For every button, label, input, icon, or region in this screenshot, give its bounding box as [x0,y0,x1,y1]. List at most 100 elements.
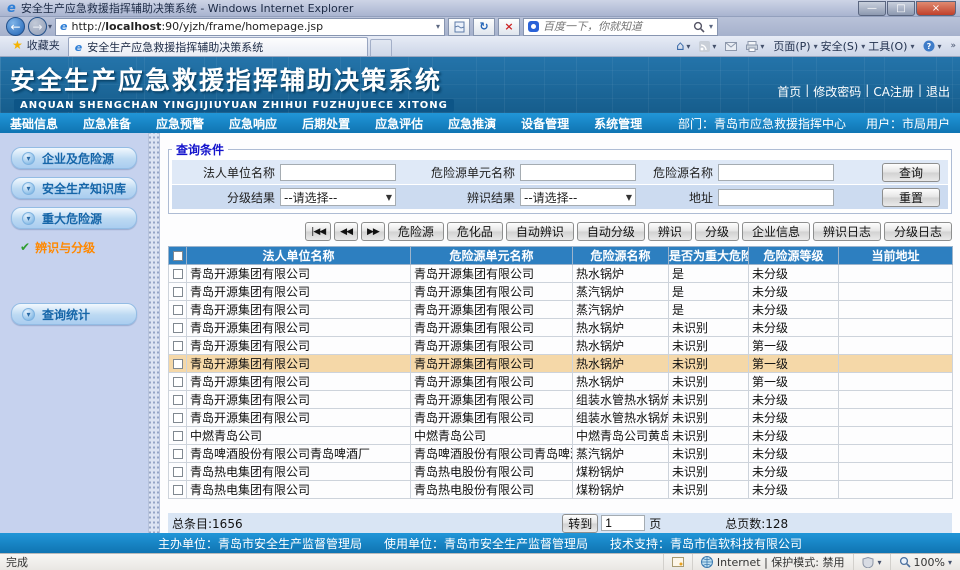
row-checkbox[interactable] [173,287,183,297]
row-checkbox[interactable] [173,359,183,369]
identify-result-select[interactable]: --请选择--▼ [520,188,636,206]
cell: 未分级 [749,301,839,319]
command-menu-2[interactable]: 安全(S)▾ [821,38,866,54]
header-link-4[interactable]: 退出 [926,83,950,100]
table-row[interactable]: 青岛啤酒股份有限公司青岛啤酒厂青岛啤酒股份有限公司青岛啤酒厂蒸汽锅炉未识别未分级 [169,445,953,463]
table-row[interactable]: 青岛开源集团有限公司青岛开源集团有限公司组装水管热水锅炉未识别未分级 [169,409,953,427]
table-row[interactable]: 青岛开源集团有限公司青岛开源集团有限公司蒸汽锅炉是未分级 [169,283,953,301]
hazard-unit-name-input[interactable] [520,164,636,181]
toolbar-button-1[interactable]: 危险源 [388,222,444,241]
table-row[interactable]: 青岛开源集团有限公司青岛开源集团有限公司热水锅炉未识别第一级 [169,373,953,391]
menu-item-7[interactable]: 应急推演 [448,115,496,132]
table-row[interactable]: 青岛开源集团有限公司青岛开源集团有限公司蒸汽锅炉是未分级 [169,301,953,319]
row-checkbox[interactable] [173,467,183,477]
address-field[interactable]: e http://localhost:90/yjzh/frame/homepag… [55,18,445,36]
recent-pages-dropdown[interactable]: ▾ [48,22,52,31]
table-body: 青岛开源集团有限公司青岛开源集团有限公司热水锅炉是未分级青岛开源集团有限公司青岛… [169,265,953,499]
search-dropdown-icon[interactable]: ▾ [709,22,713,31]
menu-item-4[interactable]: 应急响应 [229,115,277,132]
search-button[interactable]: 查询 [882,163,940,182]
table-row[interactable]: 青岛开源集团有限公司青岛开源集团有限公司热水锅炉未识别未分级 [169,319,953,337]
pager-button-2[interactable]: ◀◀ [334,222,358,241]
goto-page-input[interactable] [601,515,645,531]
sidebar-group-3[interactable]: ▾重大危险源 [11,207,137,229]
address-dropdown-icon[interactable]: ▾ [436,22,440,31]
menu-item-6[interactable]: 应急评估 [375,115,423,132]
header-link-2[interactable]: 修改密码 [813,83,861,100]
header-link-3[interactable]: CA注册 [873,83,914,100]
header-link-1[interactable]: 首页 [777,83,801,100]
new-tab-button[interactable] [370,39,392,56]
refresh-button[interactable]: ↻ [473,18,495,36]
print-button[interactable]: ▾ [746,41,764,52]
table-row[interactable]: 中燃青岛公司中燃青岛公司中燃青岛公司黄岛油库锅炉未识别未分级 [169,427,953,445]
row-checkbox[interactable] [173,323,183,333]
menu-item-5[interactable]: 后期处置 [302,115,350,132]
row-checkbox[interactable] [173,395,183,405]
search-icon[interactable] [693,21,705,33]
minimize-button[interactable]: — [858,1,886,16]
toolbar-button-9[interactable]: 分级日志 [884,222,952,241]
table-row[interactable]: 青岛开源集团有限公司青岛开源集团有限公司热水锅炉是未分级 [169,265,953,283]
menu-item-9[interactable]: 系统管理 [594,115,642,132]
close-button[interactable]: × [916,1,956,16]
goto-page-button[interactable]: 转到 [562,514,598,533]
favorites-button[interactable]: ★ 收藏夹 [4,35,68,56]
table-row[interactable]: 青岛开源集团有限公司青岛开源集团有限公司组装水管热水锅炉未识别未分级 [169,391,953,409]
zoom-control[interactable]: 100% ▾ [890,554,960,570]
sidebar-group-6[interactable]: ▾查询统计 [11,303,137,325]
read-mail-button[interactable] [725,42,737,51]
menu-item-1[interactable]: 基础信息 [10,115,58,132]
menu-item-8[interactable]: 设备管理 [521,115,569,132]
reset-button[interactable]: 重置 [882,188,940,207]
forward-button[interactable]: → [28,17,47,36]
chevron-more-icon[interactable]: » [950,41,956,51]
row-checkbox[interactable] [173,305,183,315]
sidebar-group-1[interactable]: ▾企业及危险源 [11,147,137,169]
table-row[interactable]: 青岛热电集团有限公司青岛热电股份有限公司煤粉锅炉未识别未分级 [169,481,953,499]
table-row[interactable]: 青岛热电集团有限公司青岛热电股份有限公司煤粉锅炉未识别未分级 [169,463,953,481]
maximize-button[interactable]: □ [887,1,915,16]
row-checkbox[interactable] [173,269,183,279]
feeds-button[interactable]: ▾ [699,41,716,52]
command-menu-3[interactable]: 工具(O)▾ [868,38,914,54]
table-row[interactable]: 青岛开源集团有限公司青岛开源集团有限公司热水锅炉未识别第一级 [169,355,953,373]
toolbar-button-8[interactable]: 辨识日志 [813,222,881,241]
toolbar-button-7[interactable]: 企业信息 [742,222,810,241]
compatibility-view-button[interactable] [448,18,470,36]
toolbar-button-4[interactable]: 自动分级 [577,222,645,241]
grading-result-select[interactable]: --请选择--▼ [280,188,396,206]
row-checkbox[interactable] [173,449,183,459]
toolbar-button-5[interactable]: 辨识 [648,222,692,241]
command-menu-1[interactable]: 页面(P)▾ [773,38,817,54]
menu-item-3[interactable]: 应急预警 [156,115,204,132]
tab-active[interactable]: e 安全生产应急救援指挥辅助决策系统 [68,37,368,56]
sidebar-item-active[interactable]: ✔辨识与分级 [0,237,148,257]
query-row-2: 分级结果 --请选择--▼ 辨识结果 --请选择--▼ 地址 重置 [172,185,948,209]
row-checkbox[interactable] [173,341,183,351]
row-checkbox[interactable] [173,431,183,441]
toolbar-button-3[interactable]: 自动辨识 [506,222,574,241]
help-button[interactable]: ?▾ [923,40,941,52]
table-row[interactable]: 青岛开源集团有限公司青岛开源集团有限公司热水锅炉未识别第一级 [169,337,953,355]
pager-button-1[interactable]: |◀◀ [305,222,331,241]
hazard-name-input[interactable] [718,164,834,181]
row-checkbox[interactable] [173,413,183,423]
stop-button[interactable]: × [498,18,520,36]
pager-button-3[interactable]: ▶▶ [361,222,385,241]
back-button[interactable]: ← [6,17,25,36]
row-checkbox[interactable] [173,485,183,495]
search-input[interactable] [543,21,689,33]
legal-unit-name-input[interactable] [280,164,396,181]
sidebar-splitter[interactable] [148,133,160,533]
sidebar-group-2[interactable]: ▾安全生产知识库 [11,177,137,199]
menu-item-2[interactable]: 应急准备 [83,115,131,132]
select-all-checkbox[interactable] [173,251,183,261]
address-input[interactable] [718,189,834,206]
cell: 煤粉锅炉 [573,463,669,481]
toolbar-button-6[interactable]: 分级 [695,222,739,241]
row-checkbox[interactable] [173,377,183,387]
home-button[interactable]: ⌂▾ [676,39,690,54]
toolbar-button-2[interactable]: 危化品 [447,222,503,241]
status-protected-segment[interactable]: ▾ [853,554,890,570]
